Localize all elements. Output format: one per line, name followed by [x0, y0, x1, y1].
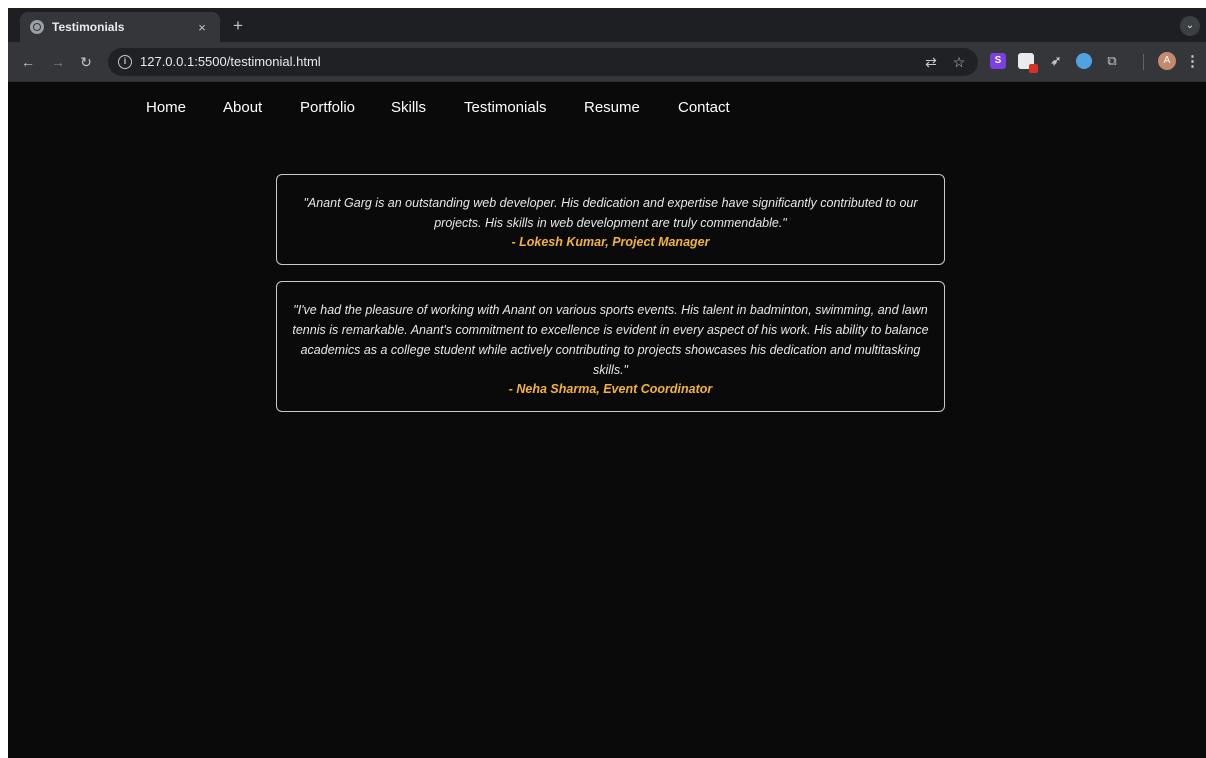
nav-portfolio[interactable]: Portfolio — [300, 99, 355, 116]
globe-icon — [30, 20, 44, 34]
page-content: Home About Portfolio Skills Testimonials… — [8, 82, 1206, 758]
site-info-icon[interactable]: i — [118, 55, 132, 69]
nav-about[interactable]: About — [223, 99, 262, 116]
testimonial-quote: "Anant Garg is an outstanding web develo… — [303, 196, 918, 230]
rocket-icon[interactable]: ➶ — [1048, 53, 1064, 69]
back-icon[interactable]: ← — [18, 52, 38, 72]
testimonial-author: - Neha Sharma, Event Coordinator — [508, 382, 713, 396]
new-tab-button[interactable]: + — [228, 16, 248, 36]
profile-avatar[interactable]: A — [1158, 52, 1176, 70]
site-nav: Home About Portfolio Skills Testimonials… — [8, 82, 1206, 132]
nav-contact[interactable]: Contact — [678, 99, 730, 116]
tab-strip: Testimonials × + ⌄ — [8, 8, 1206, 42]
extension-blue-icon[interactable] — [1076, 53, 1092, 69]
close-tab-icon[interactable]: × — [194, 20, 210, 35]
puzzle-icon[interactable]: ⧉ — [1104, 53, 1120, 69]
translate-icon[interactable]: ⇄ — [922, 53, 940, 71]
tab-search-icon[interactable]: ⌄ — [1180, 16, 1200, 36]
tab-title: Testimonials — [52, 20, 125, 34]
testimonial-card: "I've had the pleasure of working with A… — [276, 281, 945, 412]
testimonial-author: - Lokesh Kumar, Project Manager — [511, 235, 710, 249]
url-text[interactable]: 127.0.0.1:5500/testimonial.html — [140, 54, 321, 69]
reload-icon[interactable]: ↻ — [76, 52, 96, 72]
tab-testimonials[interactable]: Testimonials × — [20, 12, 220, 42]
notification-badge — [1029, 64, 1038, 73]
address-bar[interactable]: i 127.0.0.1:5500/testimonial.html ⇄ ☆ — [108, 48, 978, 76]
kebab-menu-icon[interactable]: ⋮ — [1185, 52, 1200, 72]
testimonial-quote: "I've had the pleasure of working with A… — [292, 303, 929, 377]
toolbar-divider — [1143, 54, 1144, 70]
extension-badge-icon[interactable] — [1018, 53, 1038, 73]
nav-testimonials[interactable]: Testimonials — [464, 99, 547, 116]
star-icon[interactable]: ☆ — [950, 53, 968, 71]
testimonial-card: "Anant Garg is an outstanding web develo… — [276, 174, 945, 265]
nav-resume[interactable]: Resume — [584, 99, 640, 116]
browser-window: Testimonials × + ⌄ ← → ↻ i 127.0.0.1:550… — [8, 8, 1206, 758]
browser-toolbar: ← → ↻ i 127.0.0.1:5500/testimonial.html … — [8, 42, 1206, 82]
extension-s-icon[interactable]: S — [990, 53, 1006, 69]
nav-skills[interactable]: Skills — [391, 99, 426, 116]
nav-home[interactable]: Home — [146, 99, 186, 116]
forward-icon[interactable]: → — [48, 52, 68, 72]
